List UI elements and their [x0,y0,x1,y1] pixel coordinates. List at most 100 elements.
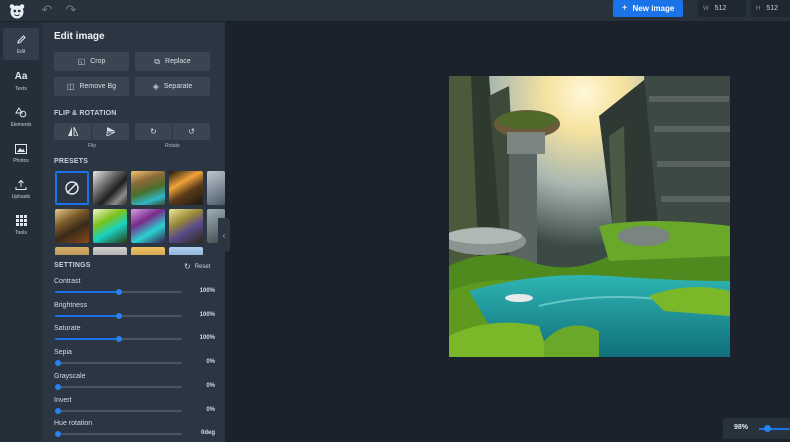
hue-rotation-slider-thumb[interactable] [55,431,61,438]
grayscale-label: Grayscale [54,372,86,380]
preset-warm[interactable] [131,171,165,205]
contrast-slider-fill [55,291,119,293]
canvas-image[interactable] [449,76,730,357]
flip-horizontal-icon [67,127,78,136]
zoom-slider-thumb[interactable] [764,425,771,432]
preset-grayscale[interactable] [93,171,127,205]
rotate-right-button[interactable]: ↻ [135,123,172,140]
preset-purple[interactable] [131,209,165,243]
redo-icon[interactable]: ↷ [64,3,78,17]
contrast-slider[interactable] [55,289,182,295]
brightness-slider-thumb[interactable] [115,312,122,319]
preset-faded[interactable] [169,209,203,243]
brightness-slider[interactable] [55,312,182,319]
rail-label-photos: Photos [13,157,29,164]
rail-item-texts[interactable]: Aa Texts [3,65,39,97]
layers-icon: ◈ [152,82,159,91]
preset-blue[interactable] [169,247,203,255]
reset-label: Reset [194,263,211,270]
settings-title: SETTINGS [54,262,91,269]
flip-caption: Flip [88,143,97,149]
preset-vivid[interactable] [93,209,127,243]
saturate-label: Saturate [54,325,81,333]
replace-label: Replace [165,58,191,65]
rail-label-uploads: Uploads [11,193,31,200]
preset-cool[interactable] [207,171,225,205]
pencil-icon [15,34,27,46]
contrast-value: 100% [199,288,215,294]
invert-slider-thumb[interactable] [55,407,61,414]
preset-golden[interactable] [131,247,165,255]
rotate-left-button[interactable]: ↺ [172,123,210,140]
grid-icon [15,215,27,227]
undo-icon[interactable]: ↶ [40,3,54,17]
brightness-label: Brightness [54,301,88,309]
hue-rotation-slider[interactable] [55,431,182,438]
height-key: H [756,5,761,12]
zoom-control[interactable]: 98% [723,418,790,439]
rail-label-texts: Texts [15,85,27,92]
preset-sepia-warm[interactable] [55,247,89,255]
preset-dramatic[interactable] [169,171,203,205]
brightness-slider-fill [55,314,119,317]
saturate-slider-thumb[interactable] [115,336,122,343]
flip-group [54,123,129,140]
no-filter-icon [65,181,79,195]
hue-rotation-label: Hue rotation [54,420,93,428]
rail-item-photos[interactable]: Photos [3,137,39,169]
remove-bg-button[interactable]: ◫ Remove Bg [54,77,129,96]
crop-icon: ◱ [77,57,86,66]
rail-item-tools[interactable]: Tools [3,209,39,241]
sepia-slider[interactable] [55,360,182,367]
replace-icon: ⧉ [154,56,161,66]
rail-item-elements[interactable]: Elements [3,101,39,133]
invert-slider[interactable] [55,407,182,414]
rail-item-edit[interactable]: Edit [3,28,39,60]
flip-rotation-title: FLIP & ROTATION [54,110,117,117]
invert-value: 0% [206,406,215,413]
reset-button[interactable]: ↻ Reset [184,262,210,271]
rotate-group: ↻ ↺ [135,123,210,140]
rail-item-uploads[interactable]: Uploads [3,173,39,205]
contrast-label: Contrast [54,278,81,285]
top-bar: ↶ ↷ + New image W 512 H 512 [0,0,790,22]
saturate-slider-fill [55,338,119,341]
rail-label-edit: Edit [16,48,26,55]
contrast-slider-thumb[interactable] [115,289,122,295]
text-icon: Aa [14,70,28,82]
futuristic-city-image [449,76,730,357]
new-image-button[interactable]: + New image [613,0,683,17]
height-field[interactable]: H 512 [751,0,790,17]
logo-icon[interactable] [8,2,26,20]
upload-icon [15,179,27,191]
new-image-label: New image [632,4,675,13]
remove-bg-icon: ◫ [66,82,75,91]
separate-button[interactable]: ◈ Separate [135,77,210,96]
sepia-slider-thumb[interactable] [55,360,61,367]
replace-button[interactable]: ⧉ Replace [135,52,210,71]
preset-silver[interactable] [93,247,127,255]
width-field[interactable]: W 512 [698,0,746,17]
collapse-panel-button[interactable]: ‹ [218,218,230,252]
preset-none[interactable] [55,171,89,205]
preset-vintage[interactable] [55,209,89,243]
flip-vertical-icon [106,127,115,136]
rail-label-elements: Elements [10,121,32,128]
saturate-slider[interactable] [55,336,182,343]
grayscale-slider-thumb[interactable] [55,383,61,390]
invert-label: Invert [54,396,72,404]
plus-icon: + [621,3,628,14]
flip-horizontal-button[interactable] [54,123,91,140]
panel-title: Edit image [54,31,105,42]
grayscale-value: 0% [206,382,215,389]
presets-title: PRESETS [54,158,89,165]
rail-label-tools: Tools [15,229,27,236]
crop-button[interactable]: ◱ Crop [54,52,129,71]
edit-panel: Edit image ◱ Crop ⧉ Replace ◫ Remove Bg … [42,22,225,442]
flip-vertical-button[interactable] [91,123,129,140]
shapes-icon [15,107,27,119]
crop-label: Crop [90,58,106,65]
chevron-left-icon: ‹ [222,230,226,240]
separate-label: Separate [163,83,193,90]
grayscale-slider[interactable] [55,383,182,390]
